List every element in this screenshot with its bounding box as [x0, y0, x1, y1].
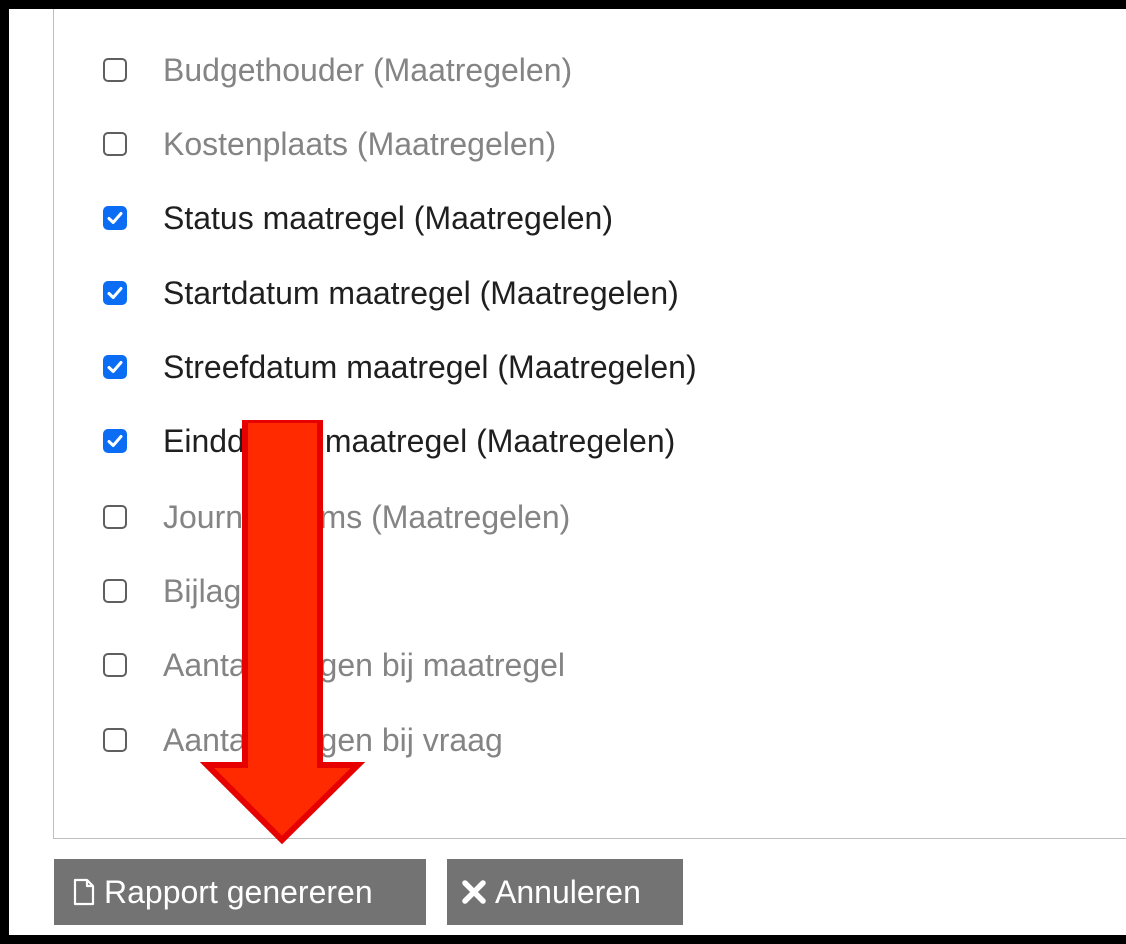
checkbox-checked[interactable]	[103, 281, 127, 305]
close-x-icon	[461, 879, 487, 905]
checkbox-checked[interactable]	[103, 355, 127, 379]
option-label: Einddatum maatregel (Maatregelen)	[163, 423, 676, 459]
option-kostenplaats[interactable]: Kostenplaats (Maatregelen)	[103, 120, 556, 168]
checkbox-unchecked[interactable]	[103, 579, 127, 603]
checkbox-unchecked[interactable]	[103, 653, 127, 677]
checkbox-unchecked[interactable]	[103, 728, 127, 752]
cancel-button[interactable]: Annuleren	[447, 859, 683, 925]
screenshot-frame: Budgethouder (Maatregelen) Kostenplaats …	[0, 0, 1126, 944]
option-startdatum-maatregel[interactable]: Startdatum maatregel (Maatregelen)	[103, 269, 679, 317]
option-label: Aantal bijlagen bij vraag	[163, 722, 503, 758]
document-icon	[72, 878, 96, 906]
option-label: Streefdatum maatregel (Maatregelen)	[163, 349, 697, 385]
checkbox-unchecked[interactable]	[103, 505, 127, 529]
option-bijlagen[interactable]: Bijlagen	[103, 567, 277, 615]
generate-report-button[interactable]: Rapport genereren	[54, 859, 426, 925]
checkbox-checked[interactable]	[103, 429, 127, 453]
option-aantal-bijlagen-vraag[interactable]: Aantal bijlagen bij vraag	[103, 716, 503, 764]
option-label: Kostenplaats (Maatregelen)	[163, 126, 557, 162]
generate-report-label: Rapport genereren	[104, 873, 373, 910]
option-label: Status maatregel (Maatregelen)	[163, 200, 613, 236]
checkbox-checked[interactable]	[103, 206, 127, 230]
option-streefdatum-maatregel[interactable]: Streefdatum maatregel (Maatregelen)	[103, 343, 697, 391]
option-label: Bijlagen	[163, 573, 277, 609]
option-aantal-bijlagen-maatregel[interactable]: Aantal bijlagen bij maatregel	[103, 641, 565, 689]
option-label: Budgethouder (Maatregelen)	[163, 52, 573, 88]
checkmark-icon	[107, 287, 123, 299]
option-label: Aantal bijlagen bij maatregel	[163, 647, 566, 683]
checkmark-icon	[107, 435, 123, 447]
checkbox-unchecked[interactable]	[103, 58, 127, 82]
checkmark-icon	[107, 212, 123, 224]
checkbox-unchecked[interactable]	[103, 132, 127, 156]
option-label: Startdatum maatregel (Maatregelen)	[163, 275, 679, 311]
option-einddatum-maatregel[interactable]: Einddatum maatregel (Maatregelen)	[103, 417, 675, 465]
option-status-maatregel[interactable]: Status maatregel (Maatregelen)	[103, 194, 613, 242]
option-budgethouder[interactable]: Budgethouder (Maatregelen)	[103, 46, 572, 94]
option-label: Journaalitems (Maatregelen)	[163, 499, 571, 535]
checkmark-icon	[107, 361, 123, 373]
option-journaalitems[interactable]: Journaalitems (Maatregelen)	[103, 493, 570, 541]
cancel-label: Annuleren	[495, 873, 641, 910]
